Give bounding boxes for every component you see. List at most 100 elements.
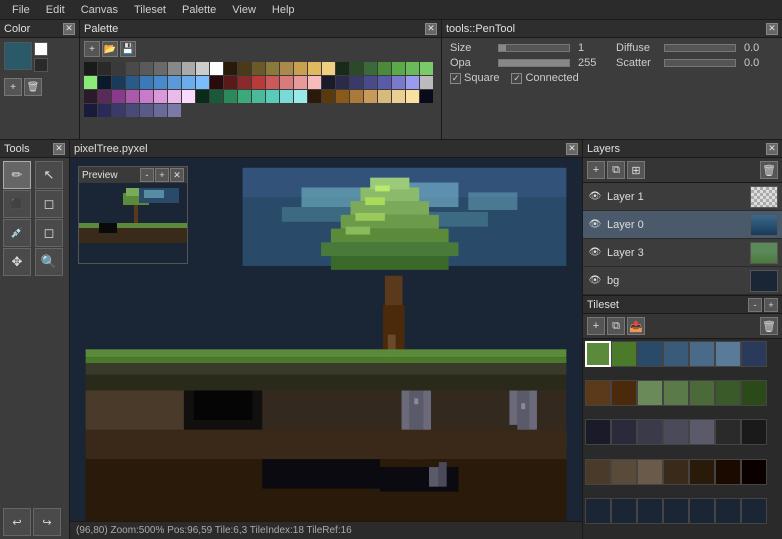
palette-color-swatch[interactable]	[168, 90, 181, 103]
color-delete-btn[interactable]: 🗑	[24, 78, 42, 96]
tileset-cell[interactable]	[689, 498, 715, 524]
tileset-cell[interactable]	[611, 498, 637, 524]
palette-color-swatch[interactable]	[420, 62, 433, 75]
tileset-cell[interactable]	[637, 380, 663, 406]
palette-color-swatch[interactable]	[406, 90, 419, 103]
tileset-cell[interactable]	[715, 341, 741, 367]
tileset-cell[interactable]	[715, 380, 741, 406]
palette-color-swatch[interactable]	[406, 62, 419, 75]
palette-color-swatch[interactable]	[98, 90, 111, 103]
pen-tool-btn[interactable]: ✏	[3, 161, 31, 189]
diffuse-slider[interactable]	[664, 44, 736, 52]
palette-color-swatch[interactable]	[378, 76, 391, 89]
palette-color-swatch[interactable]	[112, 104, 125, 117]
palette-close[interactable]: ✕	[425, 23, 437, 35]
palette-color-swatch[interactable]	[168, 104, 181, 117]
color-panel-close[interactable]: ✕	[63, 23, 75, 35]
palette-color-swatch[interactable]	[98, 104, 111, 117]
palette-load-btn[interactable]: 📂	[102, 41, 118, 57]
tileset-plus-btn[interactable]: +	[764, 298, 778, 312]
palette-color-swatch[interactable]	[350, 76, 363, 89]
palette-color-swatch[interactable]	[364, 76, 377, 89]
menu-edit[interactable]: Edit	[38, 0, 73, 19]
tileset-cell[interactable]	[741, 341, 767, 367]
palette-color-swatch[interactable]	[210, 62, 223, 75]
fill-tool-btn[interactable]: ⬛	[3, 190, 31, 218]
palette-color-swatch[interactable]	[294, 76, 307, 89]
tileset-cell[interactable]	[585, 498, 611, 524]
palette-color-swatch[interactable]	[420, 76, 433, 89]
tileset-cell[interactable]	[585, 341, 611, 367]
menu-file[interactable]: File	[4, 0, 38, 19]
palette-color-swatch[interactable]	[154, 62, 167, 75]
tileset-cell[interactable]	[715, 459, 741, 485]
palette-color-swatch[interactable]	[154, 90, 167, 103]
layer-visibility-btn[interactable]: 👁	[587, 245, 603, 261]
palette-color-swatch[interactable]	[238, 62, 251, 75]
tileset-cell[interactable]	[585, 380, 611, 406]
palette-color-swatch[interactable]	[210, 76, 223, 89]
palette-color-swatch[interactable]	[224, 76, 237, 89]
canvas-close[interactable]: ✕	[566, 143, 578, 155]
tileset-cell[interactable]	[585, 419, 611, 445]
tileset-cell[interactable]	[689, 419, 715, 445]
layer-visibility-btn[interactable]: 👁	[587, 217, 603, 233]
menu-view[interactable]: View	[224, 0, 264, 19]
palette-color-swatch[interactable]	[420, 90, 433, 103]
tileset-cell[interactable]	[637, 459, 663, 485]
palette-color-swatch[interactable]	[168, 76, 181, 89]
tileset-cell[interactable]	[741, 419, 767, 445]
tileset-cell[interactable]	[689, 341, 715, 367]
select-tool-btn[interactable]: ↖	[35, 161, 63, 189]
palette-color-swatch[interactable]	[336, 76, 349, 89]
palette-color-swatch[interactable]	[182, 62, 195, 75]
color-add-btn[interactable]: +	[4, 78, 22, 96]
undo-btn[interactable]: ↩	[3, 508, 31, 536]
bg-color-swatch[interactable]	[34, 42, 48, 56]
palette-color-swatch[interactable]	[126, 62, 139, 75]
palette-color-swatch[interactable]	[182, 76, 195, 89]
palette-color-swatch[interactable]	[126, 104, 139, 117]
layer-visibility-btn[interactable]: 👁	[587, 189, 603, 205]
layers-delete-btn[interactable]: 🗑	[760, 161, 778, 179]
palette-color-swatch[interactable]	[294, 62, 307, 75]
palette-save-btn[interactable]: 💾	[120, 41, 136, 57]
palette-color-swatch[interactable]	[252, 90, 265, 103]
palette-color-swatch[interactable]	[126, 76, 139, 89]
palette-color-swatch[interactable]	[112, 62, 125, 75]
palette-color-swatch[interactable]	[364, 90, 377, 103]
palette-color-swatch[interactable]	[238, 90, 251, 103]
palette-color-swatch[interactable]	[84, 62, 97, 75]
palette-color-swatch[interactable]	[224, 62, 237, 75]
palette-color-swatch[interactable]	[280, 62, 293, 75]
palette-color-swatch[interactable]	[266, 76, 279, 89]
tileset-delete-btn[interactable]: 🗑	[760, 317, 778, 335]
connected-checkbox[interactable]: ✓	[511, 73, 522, 84]
palette-color-swatch[interactable]	[308, 76, 321, 89]
layer-row[interactable]: 👁Layer 3	[583, 239, 782, 267]
tileset-cell[interactable]	[741, 498, 767, 524]
palette-color-swatch[interactable]	[266, 90, 279, 103]
eraser-tool-btn[interactable]: ◻	[35, 219, 63, 247]
layer-visibility-btn[interactable]: 👁	[587, 273, 603, 289]
palette-color-swatch[interactable]	[322, 62, 335, 75]
palette-color-swatch[interactable]	[308, 90, 321, 103]
menu-canvas[interactable]: Canvas	[73, 0, 126, 19]
tileset-cell[interactable]	[741, 380, 767, 406]
palette-color-swatch[interactable]	[378, 62, 391, 75]
palette-color-swatch[interactable]	[196, 62, 209, 75]
square-checkbox-label[interactable]: ✓ Square	[450, 72, 499, 84]
tileset-export-btn[interactable]: 📤	[627, 317, 645, 335]
tileset-cell[interactable]	[663, 380, 689, 406]
palette-color-swatch[interactable]	[112, 90, 125, 103]
tileset-minus-btn[interactable]: -	[748, 298, 762, 312]
menu-palette[interactable]: Palette	[174, 0, 224, 19]
canvas-bg[interactable]: Preview - + ✕	[70, 158, 582, 521]
tileset-cell[interactable]	[741, 459, 767, 485]
tileset-cell[interactable]	[689, 459, 715, 485]
layers-copy-btn[interactable]: ⧉	[607, 161, 625, 179]
palette-color-swatch[interactable]	[126, 90, 139, 103]
tileset-cell[interactable]	[637, 419, 663, 445]
palette-add-btn[interactable]: +	[84, 41, 100, 57]
palette-color-swatch[interactable]	[140, 104, 153, 117]
